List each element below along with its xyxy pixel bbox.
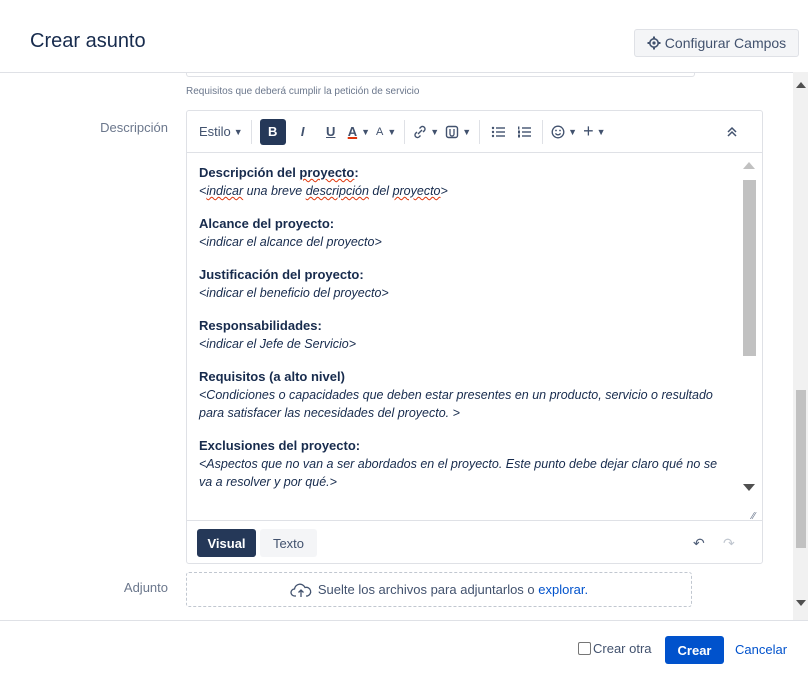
section-text: <indicar el alcance del proyecto>	[199, 235, 382, 249]
bullet-list-icon	[491, 126, 506, 138]
bold-button[interactable]: B	[259, 118, 286, 145]
scroll-up-icon[interactable]	[796, 82, 806, 88]
section-text: <indicar el Jefe de Servicio>	[199, 337, 357, 351]
italic-button[interactable]: I	[292, 119, 314, 145]
emoji-button[interactable]: ▼	[551, 119, 577, 145]
bullet-list-button[interactable]	[488, 119, 508, 145]
section-scope: Alcance del proyecto: <indicar el alcanc…	[199, 215, 727, 251]
dialog-body: Requisitos que deberá cumplir la petició…	[0, 72, 808, 620]
dropzone-text: Suelte los archivos para adjuntarlos o e…	[318, 582, 588, 597]
chevron-down-icon: ▼	[387, 126, 397, 137]
attachment-label: Adjunto	[123, 580, 168, 595]
more-formatting-label: A	[376, 125, 384, 138]
gear-icon	[647, 36, 661, 50]
create-another-label: Crear otra	[593, 641, 652, 656]
dialog-header: Crear asunto Configurar Campos	[0, 0, 808, 73]
create-issue-dialog: Crear asunto Configurar Campos Requisito…	[0, 0, 808, 673]
chevron-down-icon: ▼	[233, 126, 243, 137]
configure-fields-button[interactable]: Configurar Campos	[634, 29, 799, 57]
cloud-upload-icon	[290, 582, 312, 598]
chevron-down-icon: ▼	[568, 126, 578, 137]
more-formatting-button[interactable]: A ▼	[376, 119, 396, 145]
dialog-scrollbar[interactable]	[793, 72, 808, 620]
section-title: Descripción del proyecto:	[199, 165, 359, 180]
requirements-field[interactable]	[186, 72, 695, 77]
undo-icon[interactable]: ↶	[693, 535, 705, 552]
section-title: Exclusiones del proyecto:	[199, 438, 361, 453]
section-justification: Justificación del proyecto: <indicar el …	[199, 266, 727, 302]
chevron-down-icon: ▼	[430, 126, 440, 137]
section-description: Descripción del proyecto: <indicar una b…	[199, 164, 727, 200]
section-text: <indicar una breve descripción del proye…	[199, 184, 448, 198]
configure-fields-label: Configurar Campos	[664, 35, 787, 51]
browse-link[interactable]: explorar.	[538, 582, 588, 597]
style-label: Estilo	[199, 124, 231, 139]
collapse-toolbar-button[interactable]	[727, 119, 737, 145]
redo-icon[interactable]: ↷	[723, 535, 735, 552]
editor-scrollbar[interactable]	[739, 154, 759, 519]
text-mode-tab[interactable]: Texto	[260, 529, 317, 557]
section-responsibilities: Responsabilidades: <indicar el Jefe de S…	[199, 317, 727, 353]
scroll-down-icon[interactable]	[743, 484, 755, 491]
create-another-checkbox[interactable]: Crear otra	[578, 641, 652, 656]
description-label: Descripción	[100, 120, 168, 135]
scroll-up-icon[interactable]	[743, 162, 755, 169]
chevron-down-icon: ▼	[596, 126, 606, 137]
cancel-link[interactable]: Cancelar	[735, 642, 787, 657]
requirements-help-text: Requisitos que deberá cumplir la petició…	[186, 86, 420, 97]
collapse-icon	[727, 126, 737, 138]
scrollbar-thumb[interactable]	[796, 390, 806, 548]
toolbar-separator	[542, 119, 544, 144]
insert-label: +	[583, 121, 594, 141]
editor-mode-bar: Visual Texto ↶ ↷	[187, 520, 762, 563]
scrollbar-thumb[interactable]	[743, 180, 756, 356]
section-text: <indicar el beneficio del proyecto>	[199, 286, 389, 300]
description-editor: Estilo ▼ B I U A ▼ A ▼ ▼ ▼ ▼ + ▼ Descrip…	[186, 110, 763, 564]
section-title: Alcance del proyecto:	[199, 216, 335, 231]
visual-mode-tab[interactable]: Visual	[197, 529, 256, 557]
link-icon	[413, 125, 427, 139]
section-text: <Condiciones o capacidades que deben est…	[199, 388, 713, 420]
style-dropdown[interactable]: Estilo ▼	[199, 119, 243, 145]
section-title: Requisitos (a alto nivel)	[199, 369, 345, 384]
text-color-label: A	[347, 124, 358, 139]
section-exclusions: Exclusiones del proyecto: <Aspectos que …	[199, 437, 727, 491]
dialog-title: Crear asunto	[30, 30, 146, 52]
section-title: Justificación del proyecto:	[199, 267, 364, 282]
underline-button[interactable]: U	[320, 119, 342, 145]
attachment-icon	[445, 125, 459, 139]
attachment-dropzone[interactable]: Suelte los archivos para adjuntarlos o e…	[186, 572, 692, 607]
chevron-down-icon: ▼	[462, 126, 472, 137]
section-title: Responsabilidades:	[199, 318, 322, 333]
insert-button[interactable]: + ▼	[583, 119, 605, 145]
numbered-list-button[interactable]	[514, 119, 534, 145]
scroll-down-icon[interactable]	[796, 600, 806, 606]
section-text: <Aspectos que no van a ser abordados en …	[199, 457, 718, 489]
link-button[interactable]: ▼	[413, 119, 439, 145]
numbered-list-icon	[517, 126, 532, 138]
editor-content[interactable]: Descripción del proyecto: <indicar una b…	[187, 154, 739, 519]
dropzone-instruction: Suelte los archivos para adjuntarlos o	[317, 582, 539, 597]
toolbar-separator	[479, 119, 481, 144]
chevron-down-icon: ▼	[361, 126, 371, 137]
create-button[interactable]: Crear	[665, 636, 724, 664]
section-requirements: Requisitos (a alto nivel) <Condiciones o…	[199, 368, 727, 422]
emoji-icon	[551, 125, 565, 139]
toolbar-separator	[250, 119, 252, 144]
toolbar-separator	[404, 119, 406, 144]
checkbox[interactable]	[578, 642, 591, 655]
attachment-button[interactable]: ▼	[445, 119, 471, 145]
dialog-footer: Crear otra Crear Cancelar	[0, 620, 808, 673]
editor-toolbar: Estilo ▼ B I U A ▼ A ▼ ▼ ▼ ▼ + ▼	[187, 111, 762, 153]
text-color-button[interactable]: A ▼	[348, 119, 370, 145]
